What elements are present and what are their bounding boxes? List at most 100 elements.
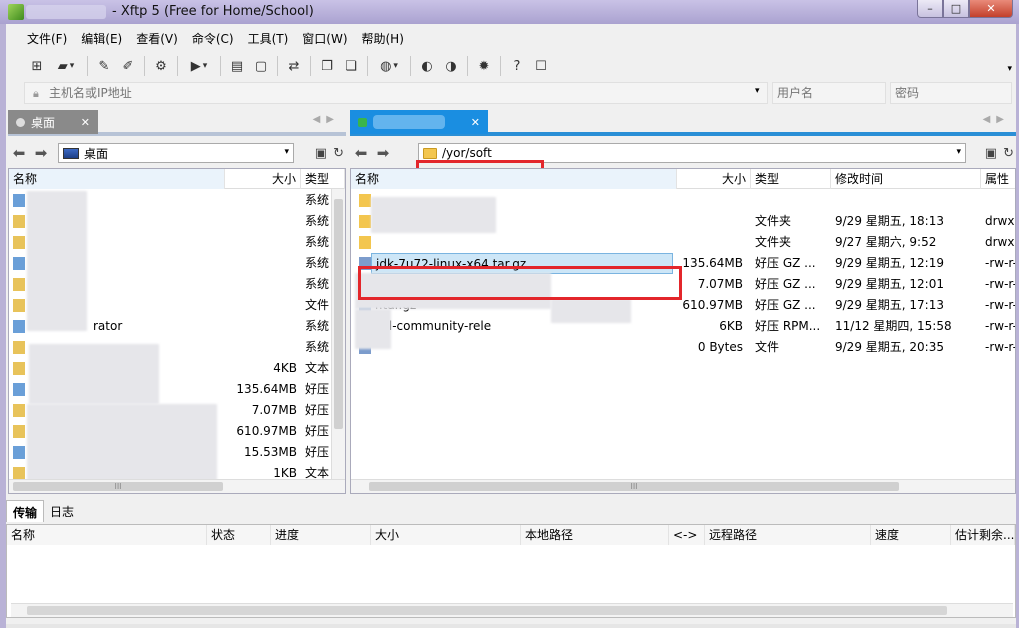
- forward-arrow-icon[interactable]: ➡: [30, 144, 52, 162]
- tab-scroll-icon[interactable]: ◀▶: [983, 114, 1010, 125]
- xshell-icon[interactable]: ◐: [416, 55, 438, 77]
- column-status[interactable]: 状态: [207, 525, 271, 545]
- copy-icon[interactable]: ❐: [316, 55, 338, 77]
- scroll-thumb[interactable]: [334, 199, 343, 429]
- paste-icon[interactable]: ❏: [340, 55, 362, 77]
- chevron-down-icon[interactable]: ▾: [284, 147, 289, 157]
- file-modified: 9/29 星期五, 20:35: [835, 340, 944, 354]
- file-type: 好压 GZ ...: [755, 256, 816, 270]
- help-icon[interactable]: ?: [506, 55, 528, 77]
- tab-scroll-icon[interactable]: ◀▶: [313, 114, 340, 125]
- menu-file[interactable]: 文件(F): [20, 26, 74, 50]
- close-icon[interactable]: ✕: [81, 116, 90, 129]
- xftp-icon[interactable]: ◑: [440, 55, 462, 77]
- disconnect-icon[interactable]: ✐: [117, 55, 139, 77]
- file-size: [225, 253, 301, 274]
- tab-log[interactable]: 日志: [44, 500, 80, 522]
- column-name[interactable]: 名称: [7, 525, 207, 545]
- column-name[interactable]: 名称: [9, 169, 225, 189]
- column-name[interactable]: 名称: [351, 169, 677, 189]
- folder-up-icon[interactable]: ▣: [315, 146, 327, 161]
- tab-remote-session[interactable]: ✕: [350, 110, 488, 134]
- play-icon[interactable]: ▶: [183, 55, 215, 77]
- list-item[interactable]: 文件夹 9/27 星期六, 9:52 drwxr: [351, 232, 1015, 253]
- chevron-down-icon[interactable]: ▾: [755, 86, 760, 96]
- tab-transfers[interactable]: 传输: [6, 500, 45, 522]
- file-size: 7.07MB: [251, 403, 297, 417]
- local-horizontal-scrollbar[interactable]: III: [9, 479, 345, 493]
- status-bar: [6, 624, 1016, 628]
- column-progress[interactable]: 进度: [271, 525, 371, 545]
- close-button[interactable]: ✕: [969, 0, 1013, 18]
- list-item[interactable]: 0 Bytes 文件 9/29 星期五, 20:35 -rw-r-: [351, 337, 1015, 358]
- file-attributes: -rw-r-: [985, 277, 1016, 291]
- toolbar-separator: [277, 56, 278, 76]
- chevron-down-icon[interactable]: ▾: [956, 147, 961, 157]
- remote-list-header: 名称 大小 类型 修改时间 属性: [351, 169, 1015, 189]
- local-vertical-scrollbar[interactable]: [331, 189, 345, 479]
- new-session-icon[interactable]: ⊞: [26, 55, 48, 77]
- column-type[interactable]: 类型: [301, 169, 345, 189]
- column-type[interactable]: 类型: [751, 169, 831, 189]
- column-modified[interactable]: 修改时间: [831, 169, 981, 189]
- menu-view[interactable]: 查看(V): [129, 26, 185, 50]
- properties-icon[interactable]: ⚙: [150, 55, 172, 77]
- scroll-thumb[interactable]: [27, 606, 947, 615]
- transfer-panel: 传输 日志 名称 状态 进度 大小 本地路径 <-> 远程路径 速度 估计剩余.…: [6, 498, 1016, 628]
- scroll-thumb[interactable]: III: [369, 482, 899, 491]
- transfer-horizontal-scrollbar[interactable]: [11, 603, 1013, 617]
- local-path-combo[interactable]: 桌面 ▾: [58, 143, 294, 163]
- menu-window[interactable]: 窗口(W): [295, 26, 354, 50]
- close-icon[interactable]: ✕: [471, 116, 480, 129]
- username-input[interactable]: [772, 82, 886, 104]
- file-attributes: drwxr: [985, 214, 1016, 228]
- menu-tools[interactable]: 工具(T): [241, 26, 296, 50]
- remote-horizontal-scrollbar[interactable]: III: [351, 479, 1015, 493]
- refresh-icon[interactable]: ↻: [333, 146, 344, 161]
- file-modified: 11/12 星期四, 15:58: [835, 319, 952, 333]
- new-file-disabled-icon[interactable]: ▢: [250, 55, 272, 77]
- toolbar-separator: [467, 56, 468, 76]
- tab-desktop[interactable]: 桌面 ✕: [8, 110, 98, 134]
- menu-edit[interactable]: 编辑(E): [74, 26, 129, 50]
- password-input[interactable]: [890, 82, 1012, 104]
- column-attributes[interactable]: 属性: [981, 169, 1015, 189]
- column-eta[interactable]: 估计剩余...: [951, 525, 1015, 545]
- column-size[interactable]: 大小: [677, 169, 751, 189]
- column-speed[interactable]: 速度: [871, 525, 951, 545]
- column-local-path[interactable]: 本地路径: [521, 525, 669, 545]
- column-remote-path[interactable]: 远程路径: [705, 525, 871, 545]
- toolbar-separator: [87, 56, 88, 76]
- back-arrow-icon[interactable]: ⬅: [350, 144, 372, 162]
- open-folder-icon[interactable]: ▰: [50, 55, 82, 77]
- menu-command[interactable]: 命令(C): [185, 26, 241, 50]
- host-combo[interactable]: 🔒︎ ▾: [24, 82, 768, 104]
- file-icon: [13, 299, 25, 312]
- scroll-thumb[interactable]: III: [13, 482, 223, 491]
- gear-icon[interactable]: ✹: [473, 55, 495, 77]
- globe-icon[interactable]: ◍: [373, 55, 405, 77]
- new-file-icon[interactable]: ▤: [226, 55, 248, 77]
- connect-icon[interactable]: ✎: [93, 55, 115, 77]
- menu-help[interactable]: 帮助(H): [355, 26, 411, 50]
- chat-icon[interactable]: ☐: [530, 55, 552, 77]
- folder-up-icon[interactable]: ▣: [985, 146, 997, 161]
- forward-arrow-icon[interactable]: ➡: [372, 144, 394, 162]
- column-size[interactable]: 大小: [225, 169, 301, 189]
- column-direction[interactable]: <->: [669, 525, 705, 545]
- host-input[interactable]: [49, 86, 749, 100]
- tab-status-icon: [16, 117, 25, 127]
- back-arrow-icon[interactable]: ⬅: [8, 144, 30, 162]
- list-item[interactable]: sql-community-rele 6KB 好压 RPM... 11/12 星期四,…: [351, 316, 1015, 337]
- file-size: 7.07MB: [697, 277, 743, 291]
- file-size: [225, 316, 301, 337]
- file-attributes: -rw-r-: [985, 256, 1016, 270]
- toolbar-overflow-icon[interactable]: ▾: [1007, 64, 1012, 74]
- toolbar-separator: [410, 56, 411, 76]
- refresh-icon[interactable]: ↻: [1003, 146, 1014, 161]
- maximize-button[interactable]: □: [943, 0, 969, 18]
- minimize-button[interactable]: –: [917, 0, 943, 18]
- column-size[interactable]: 大小: [371, 525, 521, 545]
- sync-icon[interactable]: ⇄: [283, 55, 305, 77]
- file-size: [225, 337, 301, 358]
